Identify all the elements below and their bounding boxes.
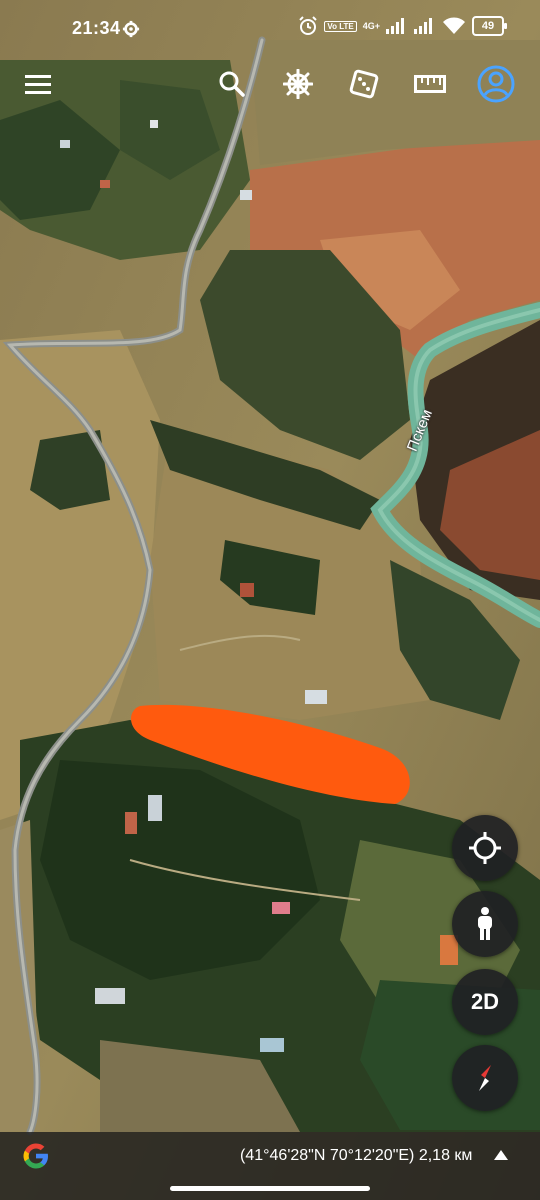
status-time: 21:34 bbox=[72, 18, 121, 38]
google-logo-icon[interactable] bbox=[20, 1140, 52, 1172]
volte-badge: Vo LTE bbox=[324, 20, 357, 32]
pegman-icon bbox=[478, 907, 492, 940]
search-icon bbox=[219, 71, 245, 97]
alarm-icon bbox=[299, 16, 318, 35]
voyager-button[interactable] bbox=[278, 64, 318, 104]
menu-button[interactable] bbox=[18, 64, 58, 104]
network-type: 4G+ bbox=[362, 20, 380, 31]
measure-button[interactable] bbox=[410, 64, 450, 104]
2d-toggle-button[interactable]: 2D bbox=[452, 969, 518, 1035]
status-bar: 21:34 Vo LTE 4G+ 49 bbox=[0, 0, 540, 60]
feeling-lucky-button[interactable] bbox=[344, 64, 384, 104]
coordinates-scale-readout: (41°46'28"N 70°12'20"E) 2,18 км bbox=[240, 1147, 473, 1164]
street-view-button[interactable] bbox=[452, 891, 518, 957]
signal-icon bbox=[386, 18, 404, 34]
top-toolbar bbox=[0, 58, 540, 108]
expand-up-icon[interactable] bbox=[494, 1150, 508, 1160]
home-indicator[interactable] bbox=[170, 1186, 370, 1191]
menu-icon bbox=[25, 75, 51, 94]
search-button[interactable] bbox=[212, 64, 252, 104]
ruler-icon bbox=[414, 75, 446, 93]
dice-icon bbox=[349, 69, 379, 99]
battery-indicator: 49 bbox=[472, 16, 507, 36]
signal-icon-2 bbox=[414, 18, 432, 34]
settings-gear-icon bbox=[122, 20, 140, 38]
voyager-wheel-icon bbox=[283, 69, 313, 99]
wifi-icon bbox=[443, 17, 465, 34]
my-location-button[interactable] bbox=[452, 815, 518, 881]
account-icon bbox=[477, 65, 515, 103]
my-location-icon bbox=[469, 832, 501, 864]
compass-icon bbox=[479, 1065, 491, 1091]
account-button[interactable] bbox=[476, 64, 516, 104]
compass-button[interactable] bbox=[452, 1045, 518, 1111]
